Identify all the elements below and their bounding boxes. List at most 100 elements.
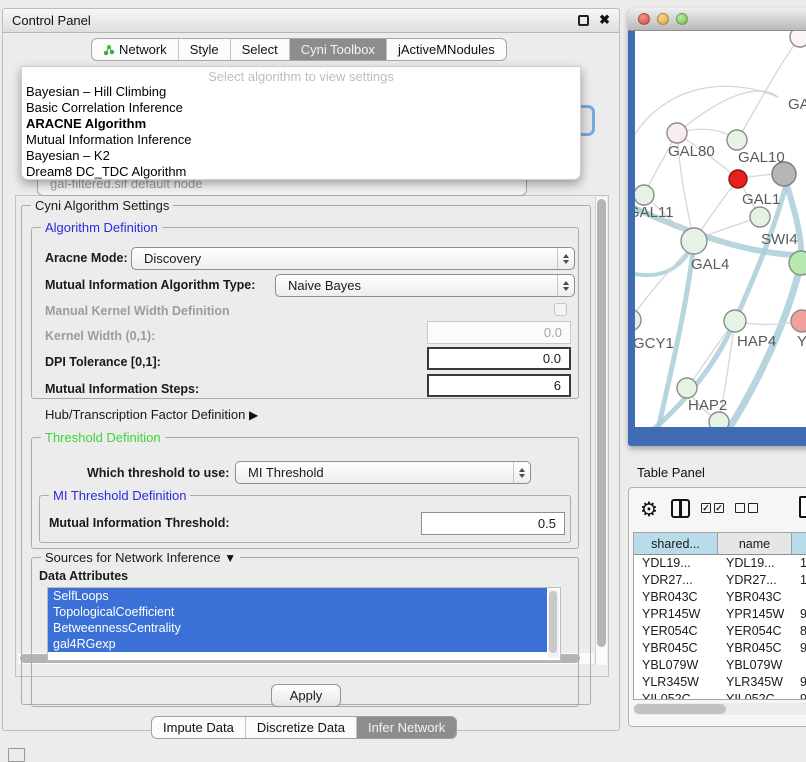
deselect-all-checkboxes-icon[interactable]	[735, 503, 758, 513]
node-partial-bottom[interactable]	[709, 412, 729, 427]
mi-steps-input[interactable]: 6	[427, 374, 571, 397]
close-traffic-light-icon[interactable]	[638, 13, 650, 25]
node-label: HAP2	[688, 397, 727, 414]
table-cell: YBL079W	[634, 657, 718, 674]
table-row[interactable]: YBL079WYBL079W	[634, 657, 806, 674]
node-gal1[interactable]	[750, 207, 770, 227]
table-row[interactable]: YBR045CYBR045C9.	[634, 640, 806, 657]
node-swi4[interactable]	[789, 251, 806, 275]
aracne-mode-combo[interactable]: Discovery	[131, 247, 575, 270]
top-tab-bar: NetworkStyleSelect Cyni Toolbox jActiveMNo…	[91, 38, 507, 61]
apply-button[interactable]: Apply	[271, 684, 341, 707]
tab-jactivemnodules[interactable]: jActiveMNodules	[386, 39, 506, 60]
table-row[interactable]: YLR345WYLR345W9.	[634, 674, 806, 691]
table-cell: YDR27...	[718, 572, 792, 589]
table-cell: 9	[792, 691, 806, 700]
table-cell: YIL052C	[634, 691, 718, 700]
bottom-tab-impute-data[interactable]: Impute Data	[152, 717, 245, 738]
mi-threshold-input[interactable]: 0.5	[421, 512, 565, 535]
attribute-item-selected[interactable]: gal4RGexp	[48, 636, 547, 652]
node-red[interactable]	[729, 170, 747, 188]
node-gal11[interactable]	[635, 185, 654, 205]
network-window-titlebar[interactable]	[628, 8, 806, 31]
table-row[interactable]: YPR145WYPR145W9.	[634, 606, 806, 623]
dropdown-item[interactable]: ARACNE Algorithm	[22, 116, 580, 132]
node-gal10[interactable]	[727, 130, 747, 150]
gear-icon[interactable]: ⚙	[640, 497, 658, 522]
bottom-tab-discretize-data[interactable]: Discretize Data	[245, 717, 356, 738]
dropdown-item[interactable]: Bayesian – K2	[22, 148, 580, 164]
table-cell	[792, 589, 806, 606]
table-panel: ⚙ ✓ ✓ shared...name YDL19...YDL19...13YD…	[628, 487, 806, 727]
list-scrollbar[interactable]	[548, 590, 559, 658]
node-label: GAL4	[691, 256, 729, 273]
tab-label: Cyni Toolbox	[301, 42, 375, 57]
node-gal4[interactable]	[681, 228, 707, 254]
column-header[interactable]: shared...	[634, 533, 718, 554]
table-cell: YBR043C	[718, 589, 792, 606]
combo-stepper-icon	[557, 275, 574, 296]
minimize-traffic-light-icon[interactable]	[657, 13, 669, 25]
node-label: GAL	[788, 96, 806, 113]
dpi-tolerance-input[interactable]: 0.0	[427, 347, 571, 370]
tab-select[interactable]: Select	[230, 39, 289, 60]
close-icon[interactable]: ✖	[599, 12, 610, 28]
scrollbar-thumb[interactable]	[597, 199, 606, 647]
node-hap4[interactable]	[724, 310, 746, 332]
float-window-icon[interactable]	[578, 15, 589, 26]
zoom-traffic-light-icon[interactable]	[676, 13, 688, 25]
node-hap2[interactable]	[677, 378, 697, 398]
document-icon[interactable]	[799, 496, 806, 518]
scrollbar-thumb[interactable]	[549, 591, 557, 653]
table-row[interactable]: YDR27...YDR27...12	[634, 572, 806, 589]
attribute-item-selected[interactable]: SelfLoops	[48, 588, 547, 604]
vertical-scrollbar[interactable]	[595, 197, 607, 665]
table-row[interactable]: YDL19...YDL19...13	[634, 555, 806, 572]
which-threshold-combo[interactable]: MI Threshold	[235, 461, 531, 484]
dropdown-item[interactable]: Dream8 DC_TDC Algorithm	[22, 164, 580, 180]
collapse-down-icon[interactable]: ▼	[224, 551, 236, 565]
node-partial-top[interactable]	[790, 31, 806, 47]
control-panel-titlebar[interactable]: Control Panel ✖	[3, 9, 619, 33]
kernel-width-input[interactable]: 0.0	[427, 321, 571, 344]
attribute-item-selected[interactable]: TopologicalCoefficient	[48, 604, 547, 620]
node-gal80[interactable]	[667, 123, 687, 143]
table-cell: YDL19...	[718, 555, 792, 572]
table-cell: YLR345W	[634, 674, 718, 691]
network-edge[interactable]	[687, 321, 735, 388]
table-cell: YBR045C	[718, 640, 792, 657]
dropdown-item[interactable]: Mutual Information Inference	[22, 132, 580, 148]
checked-box-icon: ✓	[714, 503, 724, 513]
tab-style[interactable]: Style	[178, 39, 230, 60]
node-label: SWI4	[761, 231, 798, 248]
node-gcy1[interactable]	[635, 309, 641, 331]
columns-icon[interactable]	[671, 499, 690, 518]
attribute-item-selected[interactable]: BetweennessCentrality	[48, 620, 547, 636]
select-all-checkboxes-icon[interactable]: ✓ ✓	[701, 503, 724, 513]
manual-kernel-checkbox[interactable]	[554, 303, 567, 316]
dropdown-item-list: Bayesian – Hill ClimbingBasic Correlatio…	[22, 84, 580, 180]
tab-cyni-toolbox[interactable]: Cyni Toolbox	[289, 39, 386, 60]
node-label: GAL1	[742, 191, 780, 208]
expand-right-icon[interactable]: ▶	[249, 408, 258, 422]
minimized-window-icon[interactable]	[8, 748, 25, 762]
dropdown-item[interactable]: Bayesian – Hill Climbing	[22, 84, 580, 100]
column-header[interactable]	[792, 533, 806, 554]
network-edge[interactable]	[677, 91, 778, 133]
hub-definition-toggle[interactable]: Hub/Transcription Factor Definition ▶	[45, 407, 258, 422]
aracne-mode-label: Aracne Mode:	[45, 251, 128, 265]
mi-type-combo[interactable]: Naive Bayes	[275, 274, 575, 297]
table-row[interactable]: YIL052CYIL052C9	[634, 691, 806, 700]
network-canvas[interactable]: GALGAL80GAL10GAL1SWI4GAL4GAL11GCY1HAP4YH…	[635, 31, 806, 427]
table-horizontal-scrollbar[interactable]	[633, 703, 806, 715]
dropdown-item[interactable]: Basic Correlation Inference	[22, 100, 580, 116]
table-cell: YPR145W	[634, 606, 718, 623]
table-row[interactable]: YBR043CYBR043C	[634, 589, 806, 606]
column-header[interactable]: name	[718, 533, 792, 554]
scrollbar-thumb[interactable]	[634, 704, 726, 714]
bottom-tab-infer-network[interactable]: Infer Network	[356, 717, 456, 738]
unchecked-box-icon	[735, 503, 745, 513]
table-row[interactable]: YER054CYER054C8.	[634, 623, 806, 640]
node-salmon[interactable]	[791, 310, 806, 332]
tab-network[interactable]: Network	[92, 39, 178, 60]
